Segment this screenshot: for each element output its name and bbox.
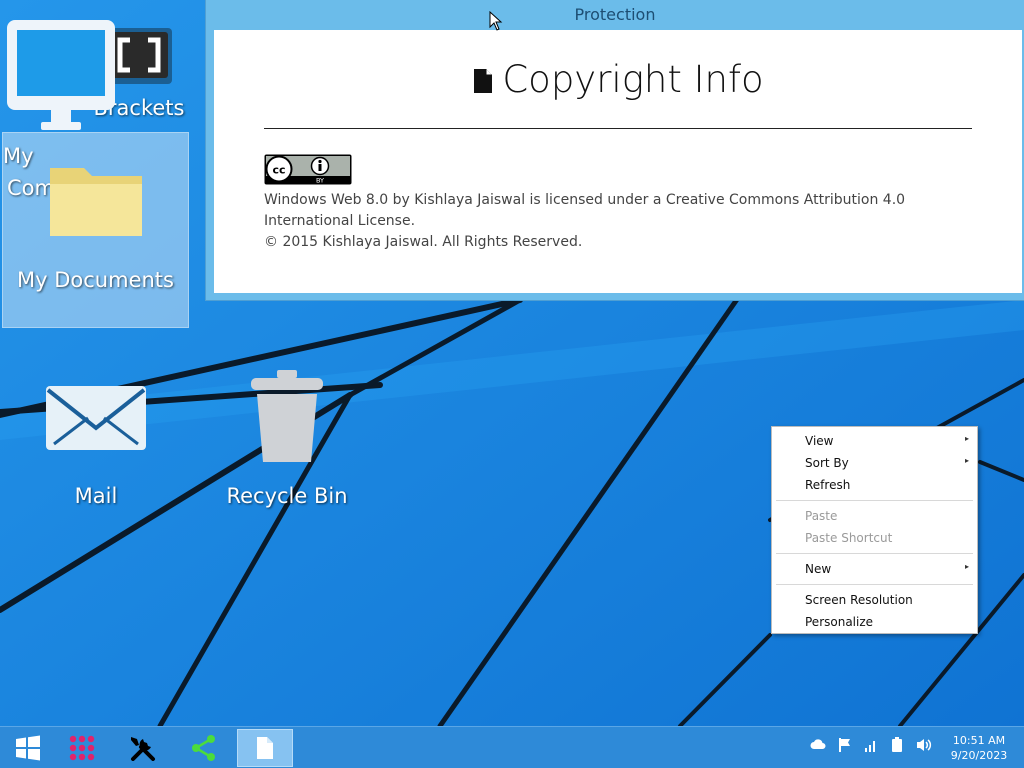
monitor-icon (7, 20, 115, 130)
windows-start-icon (16, 735, 40, 761)
clock-time: 10:51 AM (952, 734, 1006, 747)
desktop-icon-label: Recycle Bin (226, 484, 348, 508)
menu-item-personalize[interactable]: Personalize (805, 615, 873, 629)
share-icon (192, 735, 215, 761)
clock-date: 9/20/2023 (950, 749, 1008, 762)
desktop-icon-recycle-bin[interactable]: Recycle Bin (222, 368, 352, 516)
menu-separator (776, 500, 973, 501)
desktop-icon-label: My Documents (17, 268, 174, 292)
window-title[interactable]: Protection (206, 5, 1024, 24)
mail-icon (46, 386, 146, 450)
divider (264, 128, 972, 129)
tools-icon (131, 737, 155, 761)
menu-item-paste-shortcut[interactable]: Paste Shortcut (805, 531, 892, 545)
document-icon (474, 69, 493, 93)
desktop-context-menu[interactable]: View ▸ Sort By ▸ Refresh Paste Paste Sho… (771, 426, 978, 634)
system-clock[interactable]: 10:51 AM 9/20/2023 (940, 733, 1018, 763)
menu-item-view[interactable]: View (805, 434, 833, 448)
menu-separator (776, 584, 973, 585)
menu-separator (776, 553, 973, 554)
menu-item-paste[interactable]: Paste (805, 509, 837, 523)
trash-icon (251, 370, 323, 462)
menu-item-refresh[interactable]: Refresh (805, 478, 850, 492)
mouse-cursor-icon (489, 11, 503, 31)
taskbar-document-button[interactable] (237, 729, 293, 767)
document-icon (257, 737, 273, 759)
flag-icon[interactable] (838, 737, 852, 753)
creative-commons-by-icon: cc BY (264, 154, 352, 185)
taskbar: 10:51 AM 9/20/2023 (0, 726, 1024, 768)
heading-text: Copyright Info (502, 58, 764, 101)
apps-button[interactable] (54, 729, 110, 767)
cloud-icon[interactable] (810, 737, 826, 751)
license-text: Windows Web 8.0 by Kishlaya Jaiswal is l… (264, 190, 974, 253)
license-line: Windows Web 8.0 by Kishlaya Jaiswal is l… (264, 192, 906, 229)
desktop-icon-my-documents[interactable]: My Documents (2, 132, 189, 328)
battery-icon[interactable] (891, 737, 903, 753)
menu-item-screen-resolution[interactable]: Screen Resolution (805, 593, 913, 607)
svg-text:BY: BY (316, 177, 324, 185)
apps-grid-icon (69, 735, 95, 761)
copyright-line: © 2015 Kishlaya Jaiswal. All Rights Rese… (264, 234, 583, 250)
start-button[interactable] (0, 729, 56, 767)
menu-item-new[interactable]: New (805, 562, 831, 576)
submenu-arrow-icon: ▸ (964, 434, 969, 443)
cc-license-badge[interactable]: cc BY (264, 154, 352, 189)
folder-icon (50, 168, 142, 236)
page-title: Copyright Info (214, 58, 1022, 101)
share-button[interactable] (176, 729, 232, 767)
volume-icon[interactable] (916, 737, 932, 753)
tools-button[interactable] (115, 729, 171, 767)
submenu-arrow-icon: ▸ (964, 562, 969, 571)
submenu-arrow-icon: ▸ (964, 456, 969, 465)
protection-window[interactable]: Protection Copyright Info cc BY Windows … (205, 0, 1024, 301)
signal-icon[interactable] (864, 737, 878, 753)
window-content: Copyright Info cc BY Windows Web 8.0 by … (214, 30, 1022, 293)
menu-item-sort-by[interactable]: Sort By (805, 456, 849, 470)
desktop-icon-mail[interactable]: Mail (40, 380, 152, 515)
desktop-icon-label: Mail (74, 484, 118, 508)
svg-text:cc: cc (272, 164, 285, 177)
